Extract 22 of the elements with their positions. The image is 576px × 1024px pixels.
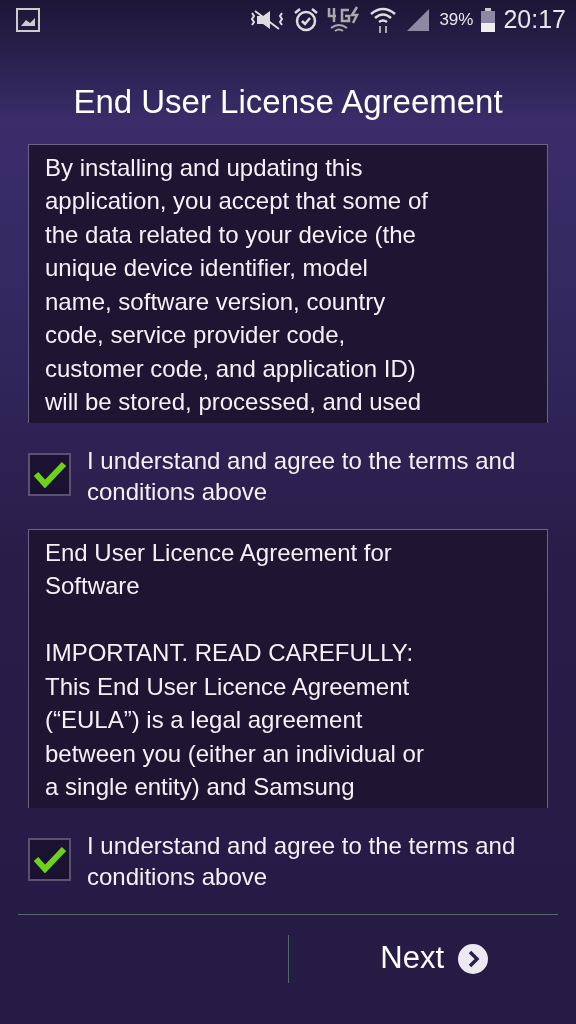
battery-icon	[481, 8, 496, 32]
network-icon	[327, 6, 362, 34]
checkbox[interactable]	[28, 452, 71, 496]
gallery-icon	[16, 8, 40, 32]
mute-icon	[249, 9, 286, 31]
battery-percent: 39%	[439, 9, 474, 32]
alarm-icon	[293, 7, 320, 33]
agreement-text-box[interactable]: End User Licence Agreement for Software IMPORTANT. READ CAREFULLY: This End User Licence Agreement (“EULA”) is a legal agreement between you (either an individual or a single entity) and Samsung	[28, 528, 548, 808]
checkbox-label[interactable]: I understand and agree to the terms and conditions above	[87, 829, 548, 892]
page-title: End User License Agreement	[72, 82, 504, 122]
agreement-text-box[interactable]	[28, 143, 548, 423]
checkmark-icon	[32, 845, 67, 874]
chevron-right-icon	[458, 943, 488, 974]
checkbox-label[interactable]: I understand and agree to the terms and conditions above	[87, 444, 548, 507]
checkbox[interactable]	[28, 837, 71, 881]
checkmark-icon	[32, 460, 67, 489]
next-button[interactable]: Next	[380, 935, 488, 982]
agreement-text: By installing and updating this application, you accept that some of the data related to your device (the unique device identifier, model name, software version, country code, service provider code, customer code, and application ID) will be stored, processed, and used	[45, 152, 429, 418]
agreement-text: End User Licence Agreement for Software IMPORTANT. READ CAREFULLY: This End User Licence Agreement (“EULA”) is a legal agreement between you (either an individual or a single entity) and Samsung	[45, 537, 425, 803]
signal-icon	[405, 7, 432, 33]
clock: 20:17	[503, 4, 566, 36]
wifi-icon	[369, 6, 398, 34]
